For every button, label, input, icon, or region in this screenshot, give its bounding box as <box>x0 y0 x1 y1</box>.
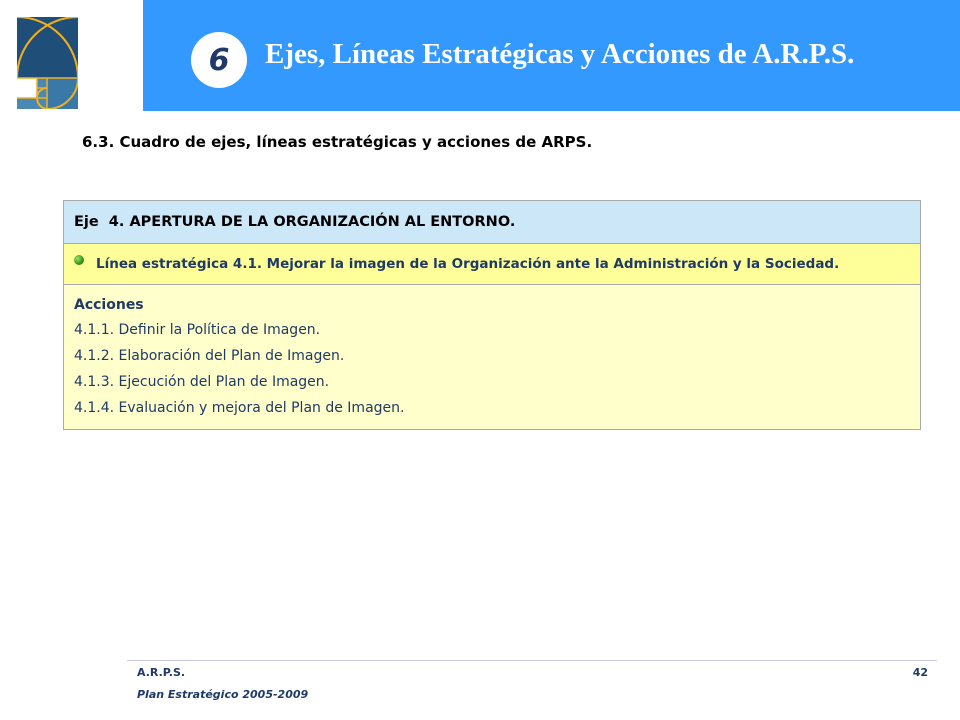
strategic-line-text: Línea estratégica 4.1. Mejorar la imagen… <box>96 256 840 272</box>
green-bullet-icon <box>74 255 84 265</box>
axis-row: Eje 4. APERTURA DE LA ORGANIZACIÓN AL EN… <box>64 201 920 244</box>
footer-org: A.R.P.S. <box>137 666 186 679</box>
actions-row: Acciones 4.1.1. Definir la Política de I… <box>64 285 920 429</box>
page-number: 42 <box>912 666 928 679</box>
footer-plan: Plan Estratégico 2005-2009 <box>137 688 309 701</box>
footer-divider <box>127 660 937 661</box>
section-heading: 6.3. Cuadro de ejes, líneas estratégicas… <box>82 133 593 151</box>
actions-title: Acciones <box>74 297 144 313</box>
action-item: 4.1.3. Ejecución del Plan de Imagen. <box>74 374 330 390</box>
action-item: 4.1.4. Evaluación y mejora del Plan de I… <box>74 400 405 416</box>
page-title: Ejes, Líneas Estratégicas y Acciones de … <box>265 38 855 70</box>
action-item: 4.1.2. Elaboración del Plan de Imagen. <box>74 348 345 364</box>
header-band: 6 Ejes, Líneas Estratégicas y Acciones d… <box>143 0 960 111</box>
strategy-table: Eje 4. APERTURA DE LA ORGANIZACIÓN AL EN… <box>63 200 921 430</box>
axis-label: Eje 4. APERTURA DE LA ORGANIZACIÓN AL EN… <box>74 214 516 230</box>
chapter-badge: 6 <box>191 32 247 88</box>
action-item: 4.1.1. Definir la Política de Imagen. <box>74 322 321 338</box>
golden-spiral-logo <box>17 17 78 109</box>
strategic-line-row: Línea estratégica 4.1. Mejorar la imagen… <box>64 244 920 285</box>
